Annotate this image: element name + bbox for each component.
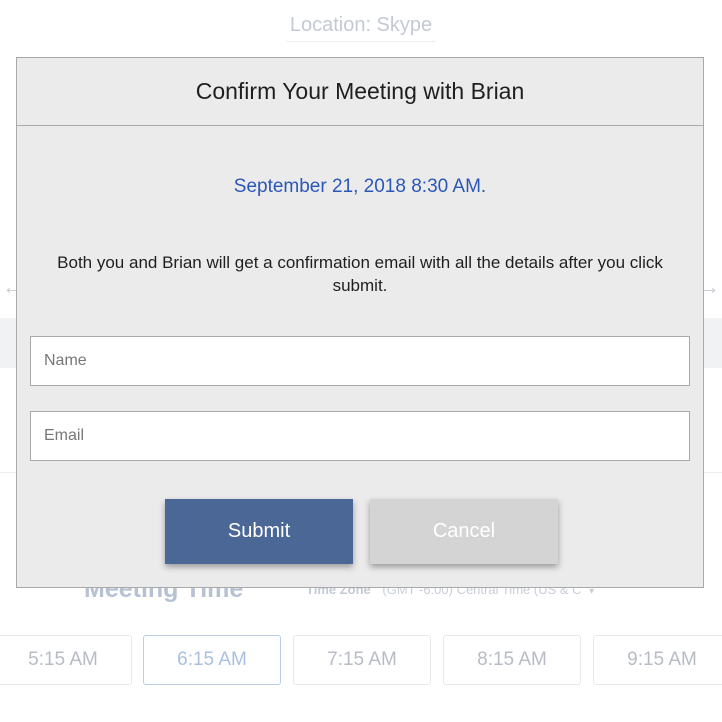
time-slot[interactable]: 7:15 AM <box>293 635 431 685</box>
confirm-meeting-dialog: Confirm Your Meeting with Brian Septembe… <box>16 57 704 588</box>
email-field[interactable] <box>30 411 690 461</box>
cancel-button[interactable]: Cancel <box>370 499 558 564</box>
dialog-title: Confirm Your Meeting with Brian <box>195 78 525 104</box>
dialog-header: Confirm Your Meeting with Brian <box>17 58 703 126</box>
location-row: Location: Skype <box>0 14 722 42</box>
time-slot[interactable]: 5:15 AM <box>0 635 132 685</box>
location-label: Location: Skype <box>285 14 437 42</box>
time-slot-list: 5:15 AM 6:15 AM 7:15 AM 8:15 AM 9:15 AM <box>0 635 722 685</box>
name-field[interactable] <box>30 336 690 386</box>
confirmation-info-text: Both you and Brian will get a confirmati… <box>57 253 663 295</box>
time-slot[interactable]: 8:15 AM <box>443 635 581 685</box>
submit-button[interactable]: Submit <box>165 499 353 564</box>
time-slot-selected[interactable]: 6:15 AM <box>143 635 281 685</box>
time-slot[interactable]: 9:15 AM <box>593 635 722 685</box>
meeting-datetime: September 21, 2018 8:30 AM. <box>233 176 487 197</box>
